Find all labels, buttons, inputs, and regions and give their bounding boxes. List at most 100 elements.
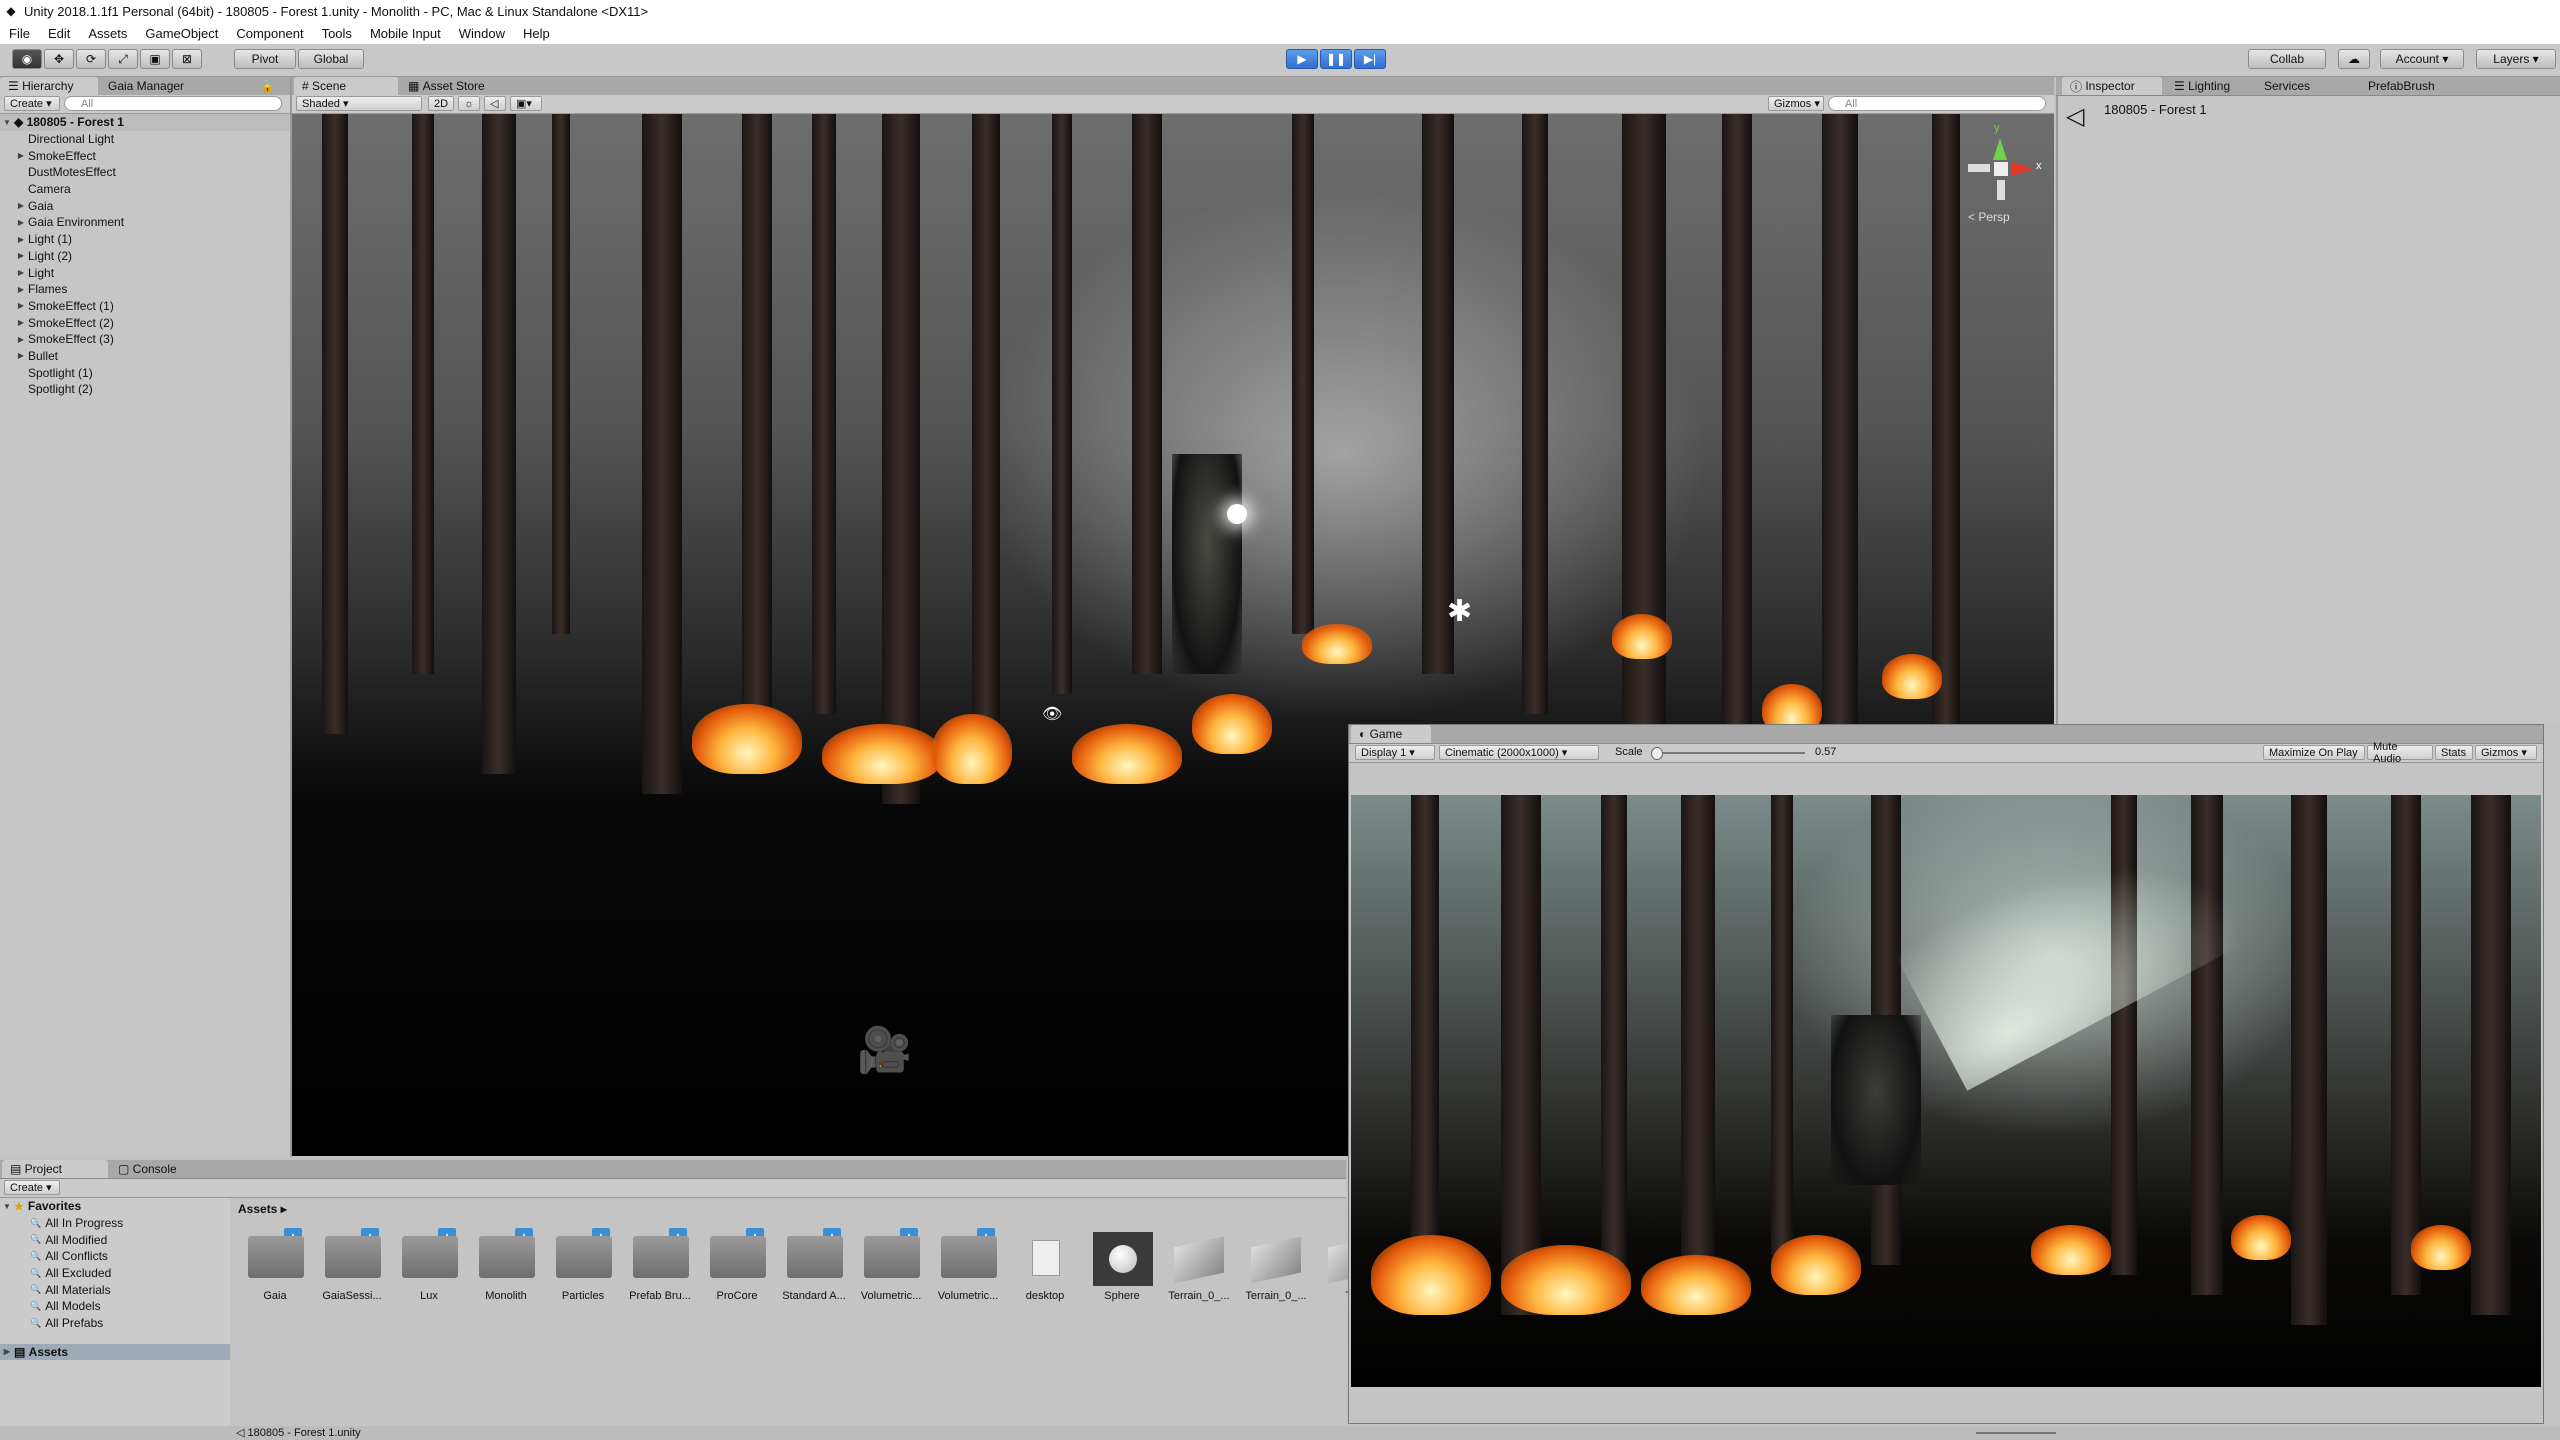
favorite-item[interactable]: 🔍 All Excluded — [0, 1265, 230, 1282]
tab-lighting[interactable]: ☰ Lighting — [2166, 77, 2246, 95]
maximize-on-play-toggle[interactable]: Maximize On Play — [2263, 745, 2365, 760]
expand-arrow-icon[interactable]: ▶ — [14, 318, 28, 327]
asset-item[interactable]: +Lux — [394, 1228, 464, 1308]
game-gizmos-dropdown[interactable]: Gizmos ▾ — [2475, 745, 2537, 760]
move-tool-button[interactable]: ✥ — [44, 49, 74, 69]
expand-arrow-icon[interactable]: ▶ — [14, 235, 28, 244]
favorite-item[interactable]: 🔍 All Models — [0, 1298, 230, 1315]
tab-asset-store[interactable]: ▦ Asset Store — [400, 77, 520, 95]
tab-hierarchy[interactable]: ☰ Hierarchy — [0, 77, 98, 95]
scene-root-row[interactable]: ▼ ◆ 180805 - Forest 1 — [0, 114, 290, 131]
expand-arrow-icon[interactable]: ▶ — [14, 151, 28, 160]
scale-slider-track[interactable] — [1655, 752, 1805, 754]
asset-item[interactable]: +Gaia — [240, 1228, 310, 1308]
expand-arrow-icon[interactable]: ▼ — [0, 1202, 14, 1211]
menu-window[interactable]: Window — [450, 26, 514, 41]
hierarchy-search-input[interactable]: All — [64, 96, 282, 111]
2d-toggle[interactable]: 2D — [428, 96, 454, 111]
hierarchy-item[interactable]: ▶ Bullet — [0, 348, 290, 365]
stats-toggle[interactable]: Stats — [2435, 745, 2473, 760]
icon-size-slider[interactable] — [1976, 1432, 2056, 1434]
effects-dropdown[interactable]: ▣ ▾ — [510, 96, 542, 111]
hierarchy-item[interactable]: ▶ Light — [0, 264, 290, 281]
menu-assets[interactable]: Assets — [79, 26, 136, 41]
hierarchy-create-dropdown[interactable]: Create ▾ — [4, 96, 60, 111]
scene-orientation-gizmo[interactable]: y x < Persp — [1964, 120, 2044, 230]
hierarchy-item[interactable]: ▶ SmokeEffect — [0, 147, 290, 164]
mute-audio-toggle[interactable]: Mute Audio — [2367, 741, 2433, 765]
game-view[interactable] — [1351, 795, 2541, 1387]
menu-mobile-input[interactable]: Mobile Input — [361, 26, 450, 41]
tab-inspector[interactable]: ⓘ Inspector — [2062, 77, 2162, 95]
expand-arrow-icon[interactable]: ▶ — [14, 351, 28, 360]
tab-console[interactable]: ▢ Console — [110, 1160, 210, 1178]
tab-services[interactable]: Services — [2256, 77, 2336, 95]
asset-item[interactable]: Sphere — [1087, 1228, 1157, 1308]
tab-game[interactable]: ◐ Game — [1351, 725, 1431, 743]
transform-tool-button[interactable]: ⊠ — [172, 49, 202, 69]
play-button[interactable]: ▶ — [1286, 49, 1318, 69]
tab-scene[interactable]: # Scene — [294, 77, 398, 95]
asset-item[interactable]: +Volumetric... — [856, 1228, 926, 1308]
favorite-item[interactable]: 🔍 All In Progress — [0, 1215, 230, 1232]
hierarchy-item[interactable]: ▶ Light (1) — [0, 231, 290, 248]
tab-prefabbrush[interactable]: PrefabBrush — [2360, 77, 2460, 95]
asset-item[interactable]: +ProCore — [702, 1228, 772, 1308]
expand-arrow-icon[interactable]: ▶ — [14, 335, 28, 344]
hierarchy-item[interactable]: ▶ SmokeEffect (3) — [0, 331, 290, 348]
hierarchy-item[interactable]: Spotlight (1) — [0, 364, 290, 381]
menu-help[interactable]: Help — [514, 26, 559, 41]
favorites-row[interactable]: ▼ ★ Favorites — [0, 1198, 230, 1215]
account-dropdown[interactable]: Account ▾ — [2380, 49, 2464, 69]
expand-arrow-icon[interactable]: ▶ — [14, 251, 28, 260]
expand-arrow-icon[interactable]: ▶ — [14, 285, 28, 294]
cloud-button[interactable]: ☁ — [2338, 49, 2370, 69]
project-create-dropdown[interactable]: Create ▾ — [4, 1180, 60, 1195]
light-gizmo-icon[interactable]: ✱ — [1447, 594, 1472, 629]
lighting-toggle[interactable]: ☼ — [458, 96, 480, 111]
tab-project[interactable]: ▤ Project — [2, 1160, 108, 1178]
asset-item[interactable]: desktop — [1010, 1228, 1080, 1308]
asset-item[interactable]: +Particles — [548, 1228, 618, 1308]
menu-file[interactable]: File — [0, 26, 39, 41]
aspect-dropdown[interactable]: Cinematic (2000x1000) ▾ — [1439, 745, 1599, 760]
scale-slider-thumb[interactable] — [1651, 747, 1663, 760]
assets-root-row[interactable]: ▶ ▤ Assets — [0, 1343, 230, 1361]
hierarchy-item[interactable]: ▶ Gaia — [0, 197, 290, 214]
expand-arrow-icon[interactable]: ▼ — [0, 118, 14, 127]
asset-item[interactable]: +Standard A... — [779, 1228, 849, 1308]
global-toggle[interactable]: Global — [298, 49, 364, 69]
audio-toggle[interactable]: ◁ — [484, 96, 506, 111]
shading-dropdown[interactable]: Shaded ▾ — [296, 96, 422, 111]
display-dropdown[interactable]: Display 1 ▾ — [1355, 745, 1435, 760]
hierarchy-item[interactable]: ▶ Flames — [0, 281, 290, 298]
expand-arrow-icon[interactable]: ▶ — [14, 201, 28, 210]
asset-item[interactable]: +GaiaSessi... — [317, 1228, 387, 1308]
hierarchy-item[interactable]: ▶ Light (2) — [0, 248, 290, 265]
favorite-item[interactable]: 🔍 All Modified — [0, 1231, 230, 1248]
menu-component[interactable]: Component — [227, 26, 312, 41]
scene-gizmos-dropdown[interactable]: Gizmos ▾ — [1768, 96, 1824, 111]
camera-gizmo-icon[interactable]: 🎥 — [857, 1024, 912, 1076]
asset-item[interactable]: +Volumetric... — [933, 1228, 1003, 1308]
hierarchy-item[interactable]: Camera — [0, 181, 290, 198]
menu-gameobject[interactable]: GameObject — [136, 26, 227, 41]
collab-button[interactable]: Collab — [2248, 49, 2326, 69]
hierarchy-item[interactable]: DustMotesEffect — [0, 164, 290, 181]
pause-button[interactable]: ❚❚ — [1320, 49, 1352, 69]
asset-item[interactable]: +Monolith — [471, 1228, 541, 1308]
scale-tool-button[interactable]: ⤢ — [108, 49, 138, 69]
hierarchy-item[interactable]: ▶ SmokeEffect (1) — [0, 298, 290, 315]
pivot-toggle[interactable]: Pivot — [234, 49, 296, 69]
favorite-item[interactable]: 🔍 All Prefabs — [0, 1315, 230, 1332]
hierarchy-item[interactable]: ▶ SmokeEffect (2) — [0, 314, 290, 331]
expand-arrow-icon[interactable]: ▶ — [14, 301, 28, 310]
rotate-tool-button[interactable]: ⟳ — [76, 49, 106, 69]
expand-arrow-icon[interactable]: ▶ — [14, 268, 28, 277]
asset-item[interactable]: +Prefab Bru... — [625, 1228, 695, 1308]
step-button[interactable]: ▶| — [1354, 49, 1386, 69]
favorite-item[interactable]: 🔍 All Conflicts — [0, 1248, 230, 1265]
hand-tool-button[interactable]: ◉ — [12, 49, 42, 69]
scene-search-input[interactable]: All — [1828, 96, 2046, 111]
favorite-item[interactable]: 🔍 All Materials — [0, 1281, 230, 1298]
